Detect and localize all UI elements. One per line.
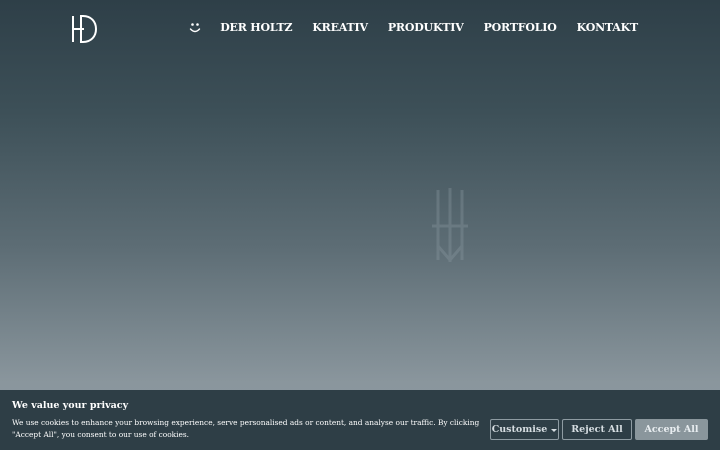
customise-button-label: Customise bbox=[491, 424, 548, 435]
customise-button[interactable]: Customise bbox=[490, 419, 559, 440]
reject-all-button[interactable]: Reject All bbox=[562, 419, 632, 440]
nav-item-kreativ[interactable]: KREATIV bbox=[312, 18, 368, 38]
nav-item-der-holtz[interactable]: DER HOLTZ bbox=[220, 18, 292, 38]
hero-watermark-icon bbox=[432, 188, 468, 263]
main-navigation: DER HOLTZ KREATIV PRODUKTIV PORTFOLIO KO… bbox=[188, 18, 638, 38]
nav-item-produktiv[interactable]: PRODUKTIV bbox=[388, 18, 464, 38]
cookie-banner-text: We use cookies to enhance your browsing … bbox=[12, 418, 480, 439]
accept-all-button[interactable]: Accept All bbox=[635, 419, 708, 440]
site-header: DER HOLTZ KREATIV PRODUKTIV PORTFOLIO KO… bbox=[0, 0, 720, 58]
caret-down-icon bbox=[551, 428, 558, 432]
nav-item-kontakt[interactable]: KONTAKT bbox=[577, 18, 639, 38]
nav-item-portfolio[interactable]: PORTFOLIO bbox=[484, 18, 557, 38]
cookie-banner-title: We value your privacy bbox=[12, 400, 129, 411]
hd-logo-icon[interactable] bbox=[71, 15, 97, 43]
cookie-consent-banner: We value your privacy We use cookies to … bbox=[0, 390, 720, 450]
smiley-face-icon[interactable] bbox=[188, 21, 202, 35]
